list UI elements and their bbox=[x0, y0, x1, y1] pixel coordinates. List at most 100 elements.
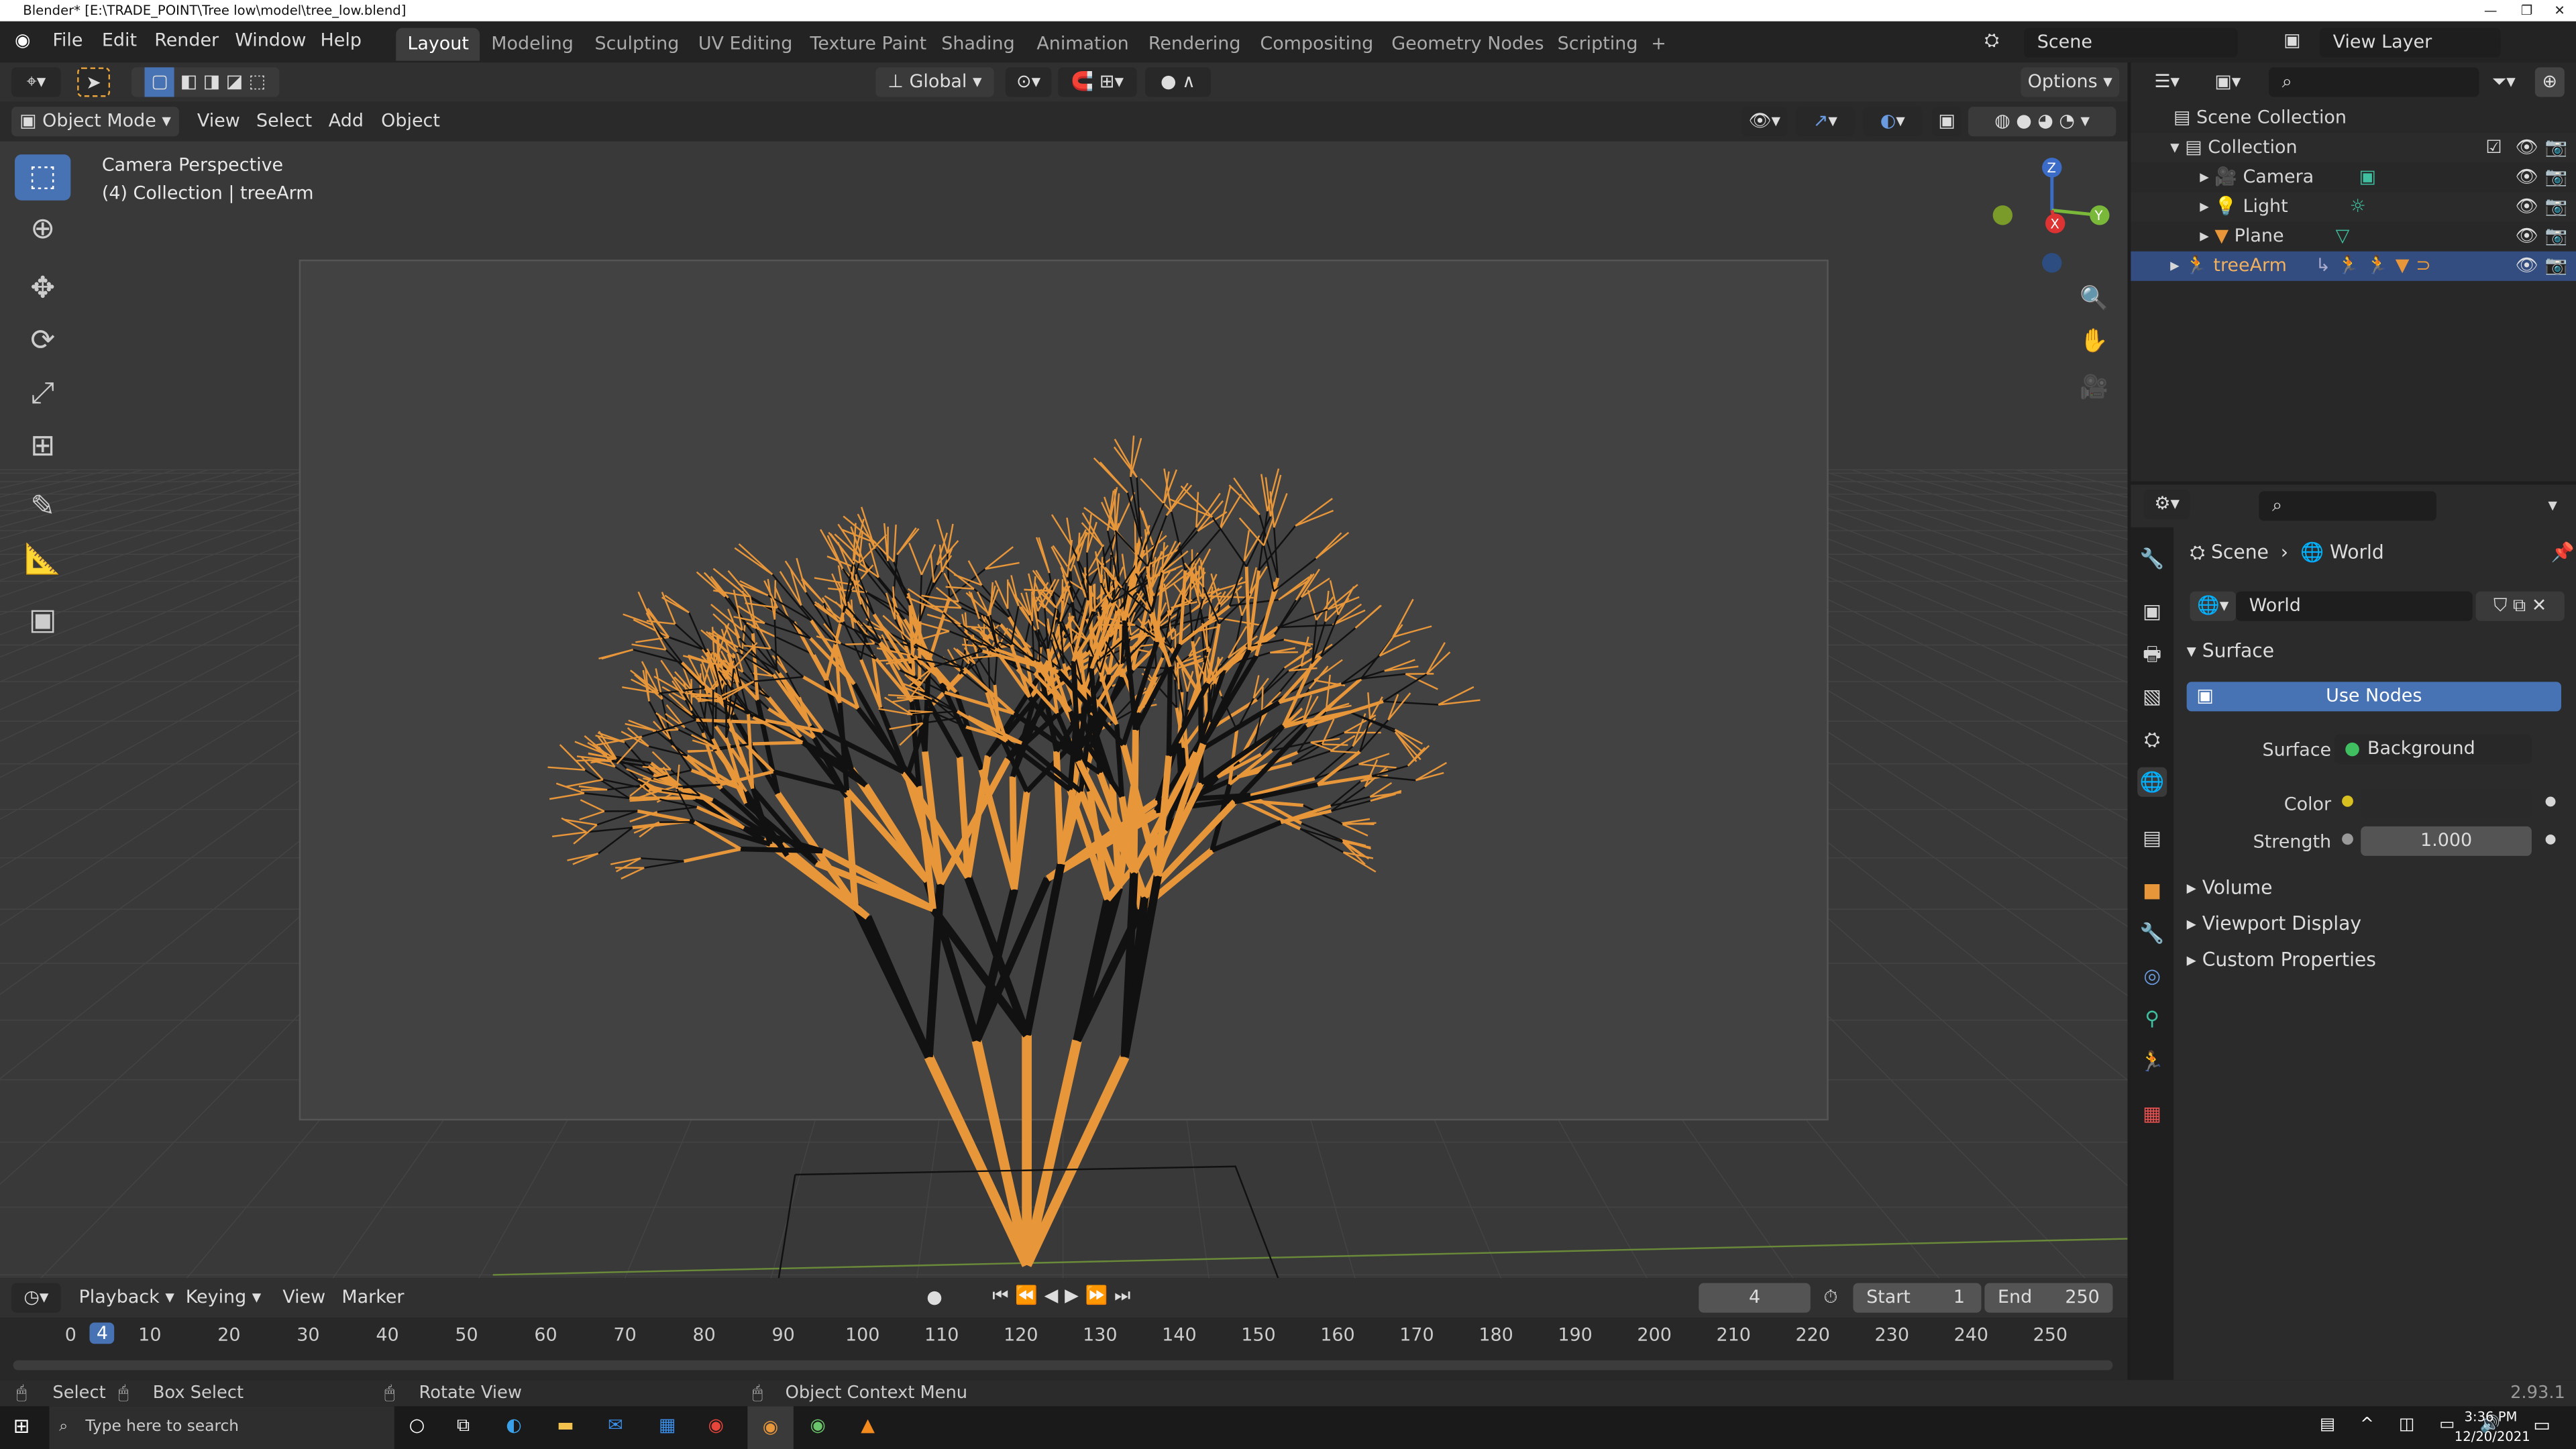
rotate-tool[interactable]: ⟳ bbox=[15, 319, 70, 365]
taskbar-search-input[interactable]: ⌕ Type here to search bbox=[49, 1406, 394, 1449]
select-box-tool[interactable]: ⬚ bbox=[15, 154, 71, 201]
world-browse-icon[interactable]: 🌐▾ bbox=[2190, 591, 2237, 621]
outliner-view-layer-icon[interactable]: ▣▾ bbox=[2204, 67, 2251, 97]
scale-tool[interactable]: ⤢ bbox=[15, 371, 70, 417]
timeline-playback[interactable]: Playback ▾ bbox=[79, 1287, 174, 1308]
proportional-edit-icon[interactable]: ● ∧ bbox=[1144, 67, 1211, 97]
render-tab-icon[interactable]: ▣ bbox=[2137, 596, 2167, 626]
object-tab-icon[interactable]: ■ bbox=[2137, 875, 2167, 905]
minimize-button[interactable]: — bbox=[2471, 0, 2510, 21]
world-name-field[interactable]: World bbox=[2236, 591, 2473, 621]
view-layer-selector[interactable]: View Layer bbox=[2319, 28, 2501, 58]
mesh-data-icon[interactable]: ▽ bbox=[2336, 225, 2350, 247]
render-camera-icon[interactable]: 📷 bbox=[2545, 133, 2568, 162]
menu-file[interactable]: File bbox=[52, 30, 83, 51]
surface-shader-dropdown[interactable]: ● Background bbox=[2334, 734, 2532, 764]
tab-geometry-nodes[interactable]: Geometry Nodes bbox=[1380, 28, 1556, 61]
view-layer-tab-icon[interactable]: ▧ bbox=[2137, 682, 2167, 711]
options-dropdown[interactable]: Options ▾ bbox=[2021, 67, 2120, 97]
use-nodes-button[interactable]: ▣ Use Nodes bbox=[2186, 682, 2561, 712]
pan-view-icon[interactable]: ✋ bbox=[2080, 329, 2108, 355]
view-layer-icon[interactable]: ▣ bbox=[2284, 30, 2300, 51]
tab-layout[interactable]: Layout bbox=[396, 28, 481, 61]
outliner-collection[interactable]: ▾ ▤ Collection ☑ 👁 📷 bbox=[2131, 133, 2576, 163]
checkbox-icon[interactable]: ☑ bbox=[2485, 133, 2502, 162]
move-tool[interactable]: ✥ bbox=[15, 266, 70, 313]
task-view-icon[interactable]: ⧉ bbox=[457, 1415, 470, 1438]
tab-scripting[interactable]: Scripting bbox=[1546, 28, 1650, 61]
modifiers-tab-icon[interactable]: 🔧 bbox=[2137, 918, 2167, 948]
timeline-keying[interactable]: Keying ▾ bbox=[186, 1287, 262, 1308]
mode-dropdown[interactable]: ▣ Object Mode ▾ bbox=[11, 107, 179, 137]
tab-uv-editing[interactable]: UV Editing bbox=[687, 28, 804, 61]
file-explorer-icon[interactable]: ▬ bbox=[557, 1415, 574, 1436]
keyframe-dot-icon[interactable]: ● bbox=[2545, 794, 2557, 808]
mail-icon[interactable]: ✉ bbox=[608, 1415, 623, 1436]
viewport-menu-view[interactable]: View bbox=[197, 110, 240, 131]
scene-selector[interactable]: Scene bbox=[2024, 28, 2238, 58]
3d-viewport[interactable]: Camera Perspective (4) Collection | tree… bbox=[0, 141, 2128, 1279]
pin-icon[interactable]: 📌 bbox=[2551, 535, 2574, 568]
world-color-swatch[interactable] bbox=[2361, 788, 2532, 818]
zoom-view-icon[interactable]: 🔍 bbox=[2080, 286, 2108, 312]
chrome-icon[interactable]: ◉ bbox=[708, 1415, 724, 1436]
editor-type-button[interactable]: ⌖▾ bbox=[11, 67, 61, 97]
render-camera-icon[interactable]: 📷 bbox=[2545, 193, 2568, 222]
windows-start-icon[interactable]: ⊞ bbox=[13, 1415, 30, 1438]
clock-date[interactable]: 12/20/2021 bbox=[2455, 1430, 2530, 1444]
timeline[interactable]: 0 10 20 30 40 50 60 70 80 90 100 110 120 130 140 150 160… bbox=[0, 1318, 2128, 1381]
properties-options-icon[interactable]: ▾ bbox=[2548, 494, 2557, 516]
eye-icon[interactable]: 👁 bbox=[2515, 162, 2538, 192]
clock-time[interactable]: 3:36 PM bbox=[2464, 1409, 2517, 1424]
world-datablock-buttons[interactable]: ⛉ ⧉ ✕ bbox=[2475, 591, 2565, 621]
tool-tab-icon[interactable]: 🔧 bbox=[2137, 544, 2167, 574]
shading-mode-buttons[interactable]: ◍ ● ◕ ◔ ▾ bbox=[1968, 107, 2116, 137]
outliner-item-plane[interactable]: ▸ ▼ Plane ▽ 👁 📷 bbox=[2131, 222, 2576, 252]
vlc-icon[interactable]: ▲ bbox=[861, 1415, 875, 1436]
viewport-menu-select[interactable]: Select bbox=[256, 110, 312, 131]
pivot-icon[interactable]: ⊙▾ bbox=[1005, 67, 1052, 97]
tab-compositing[interactable]: Compositing bbox=[1248, 28, 1385, 61]
output-tab-icon[interactable]: 🖶 bbox=[2137, 639, 2167, 669]
blender-logo-icon[interactable]: ◉ bbox=[15, 30, 31, 51]
camera-view-icon[interactable]: 🎥 bbox=[2080, 374, 2108, 400]
outliner-display-mode[interactable]: ☰▾ bbox=[2143, 67, 2190, 97]
store-icon[interactable]: ▦ bbox=[659, 1415, 676, 1436]
preview-range-icon[interactable]: ⏱ bbox=[1823, 1287, 1837, 1309]
timeline-view[interactable]: View bbox=[282, 1287, 325, 1308]
measure-tool[interactable]: 📐 bbox=[15, 537, 70, 584]
notification-icon[interactable]: ▭ bbox=[2533, 1415, 2550, 1436]
cursor-tool[interactable]: ⊕ bbox=[15, 207, 70, 254]
timeline-marker[interactable]: Marker bbox=[341, 1287, 404, 1308]
cortana-icon[interactable]: ○ bbox=[409, 1415, 425, 1436]
tab-shading[interactable]: Shading bbox=[930, 28, 1026, 61]
outliner-item-treearm[interactable]: ▸ 🏃 treeArm ↳🏃🏃▼⊃ 👁 📷 bbox=[2131, 251, 2576, 281]
particles-tab-icon[interactable]: ◎ bbox=[2137, 961, 2167, 991]
light-data-icon[interactable]: ☼ bbox=[2350, 195, 2366, 217]
app-icon[interactable]: ◉ bbox=[810, 1415, 826, 1436]
scene-tab-icon[interactable]: ⛭ bbox=[2137, 724, 2167, 754]
timeline-scrollbar[interactable] bbox=[13, 1360, 2113, 1371]
camera-data-icon[interactable]: ▣ bbox=[2359, 166, 2376, 187]
xray-toggle-icon[interactable]: ▣ bbox=[1932, 107, 1962, 137]
snap-icon[interactable]: 🧲 ⊞▾ bbox=[1058, 67, 1137, 97]
keyframe-dot-icon[interactable]: ● bbox=[2545, 831, 2557, 846]
texture-tab-icon[interactable]: ▦ bbox=[2137, 1099, 2167, 1128]
navigation-gizmo[interactable]: Z Y X bbox=[1981, 151, 2112, 282]
eye-icon[interactable]: 👁 bbox=[2515, 133, 2538, 162]
add-cube-tool[interactable]: ▣ bbox=[15, 598, 70, 644]
timeline-editor-type[interactable]: ◷▾ bbox=[11, 1283, 61, 1313]
tab-modeling[interactable]: Modeling bbox=[480, 28, 585, 61]
render-camera-icon[interactable]: 📷 bbox=[2545, 252, 2568, 281]
outliner-item-light[interactable]: ▸ 💡 Light ☼ 👁 📷 bbox=[2131, 192, 2576, 222]
tab-texture-paint[interactable]: Texture Paint bbox=[798, 28, 938, 61]
collection-tab-icon[interactable]: ▤ bbox=[2137, 823, 2167, 853]
strength-field[interactable]: 1.000 bbox=[2361, 826, 2532, 856]
custom-properties-panel-header[interactable]: ▸ Custom Properties bbox=[2187, 943, 2576, 976]
treearm-children-icons[interactable]: ↳🏃🏃▼⊃ bbox=[2316, 255, 2438, 276]
render-camera-icon[interactable]: 📷 bbox=[2545, 222, 2568, 252]
blender-taskbar-icon[interactable]: ◉ bbox=[747, 1406, 794, 1449]
menu-help[interactable]: Help bbox=[321, 30, 362, 51]
eye-icon[interactable]: 👁 bbox=[2515, 252, 2538, 281]
annotate-tool[interactable]: ✎ bbox=[15, 484, 70, 531]
